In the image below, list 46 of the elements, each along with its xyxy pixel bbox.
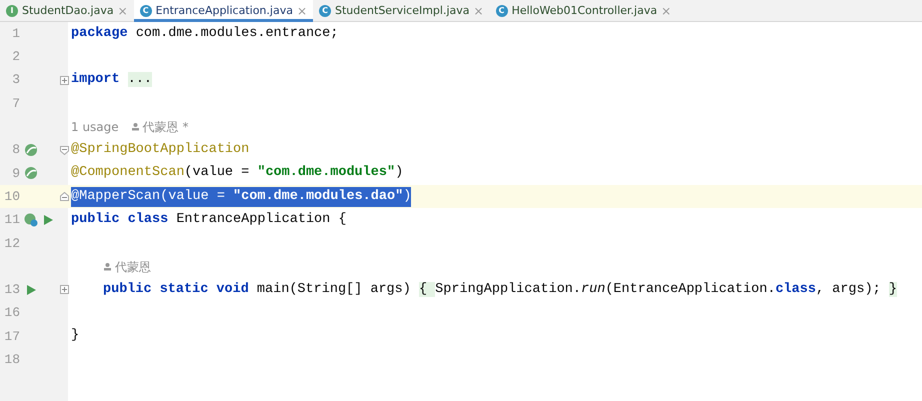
bean-icon[interactable] [24,143,38,158]
line-number: 2 [11,48,20,66]
spring-class-icon: C [140,5,152,17]
line-number: 7 [11,94,20,113]
line-number: 17 [3,328,20,346]
class-icon: C [496,5,508,17]
bean-icon[interactable] [24,166,38,180]
line-number: 11 [3,211,20,230]
line-number: 9 [11,164,20,183]
line-number: 12 [3,234,20,253]
line-number: 10 [3,188,20,206]
line-number: 13 [3,281,20,300]
code-line: } [71,327,80,346]
code-line: @SpringBootApplication [71,141,250,159]
line-number: 3 [11,71,20,90]
bean-class-icon[interactable] [24,213,38,228]
run-icon[interactable] [41,213,55,228]
person-icon [130,122,140,132]
usage-hint[interactable]: 1 usage [71,118,119,136]
editor-tab[interactable]: C EntranceApplication.java × [134,0,314,22]
class-icon: C [319,5,332,17]
line-number: 18 [3,351,20,370]
author-hint[interactable]: 代蒙恩 [115,258,151,276]
code-line: @ComponentScan(value = "com.dme.modules") [71,164,404,182]
interface-icon: I [6,5,18,17]
close-icon[interactable]: × [118,2,128,20]
expand-icon[interactable] [60,76,69,85]
line-number: 8 [11,141,20,160]
line-number: 16 [3,304,20,322]
code-line: public static void main(String[] args) { SpringApplication.run(EntranceApplication.class, args); } [103,280,897,299]
expand-icon[interactable] [60,285,69,294]
close-icon[interactable]: × [296,2,308,20]
editor-tab[interactable]: C StudentServiceImpl.java × [313,0,490,22]
close-icon[interactable]: × [661,2,672,20]
editor-tab[interactable]: C HelloWeb01Controller.java × [490,0,678,22]
code-line: import ... [71,71,152,90]
close-icon[interactable]: × [474,2,484,20]
code-line: public class EntranceApplication { [71,210,346,229]
code-line: package com.dme.modules.entrance; [71,24,338,43]
collapse-icon[interactable] [60,146,69,155]
line-number: 1 [11,24,20,43]
person-icon [103,262,112,272]
collapse-icon[interactable] [60,192,69,202]
editor-tab[interactable]: I StudentDao.java × [0,0,134,22]
run-icon[interactable] [24,282,38,297]
author-hint[interactable]: 代蒙恩 * [142,118,188,136]
